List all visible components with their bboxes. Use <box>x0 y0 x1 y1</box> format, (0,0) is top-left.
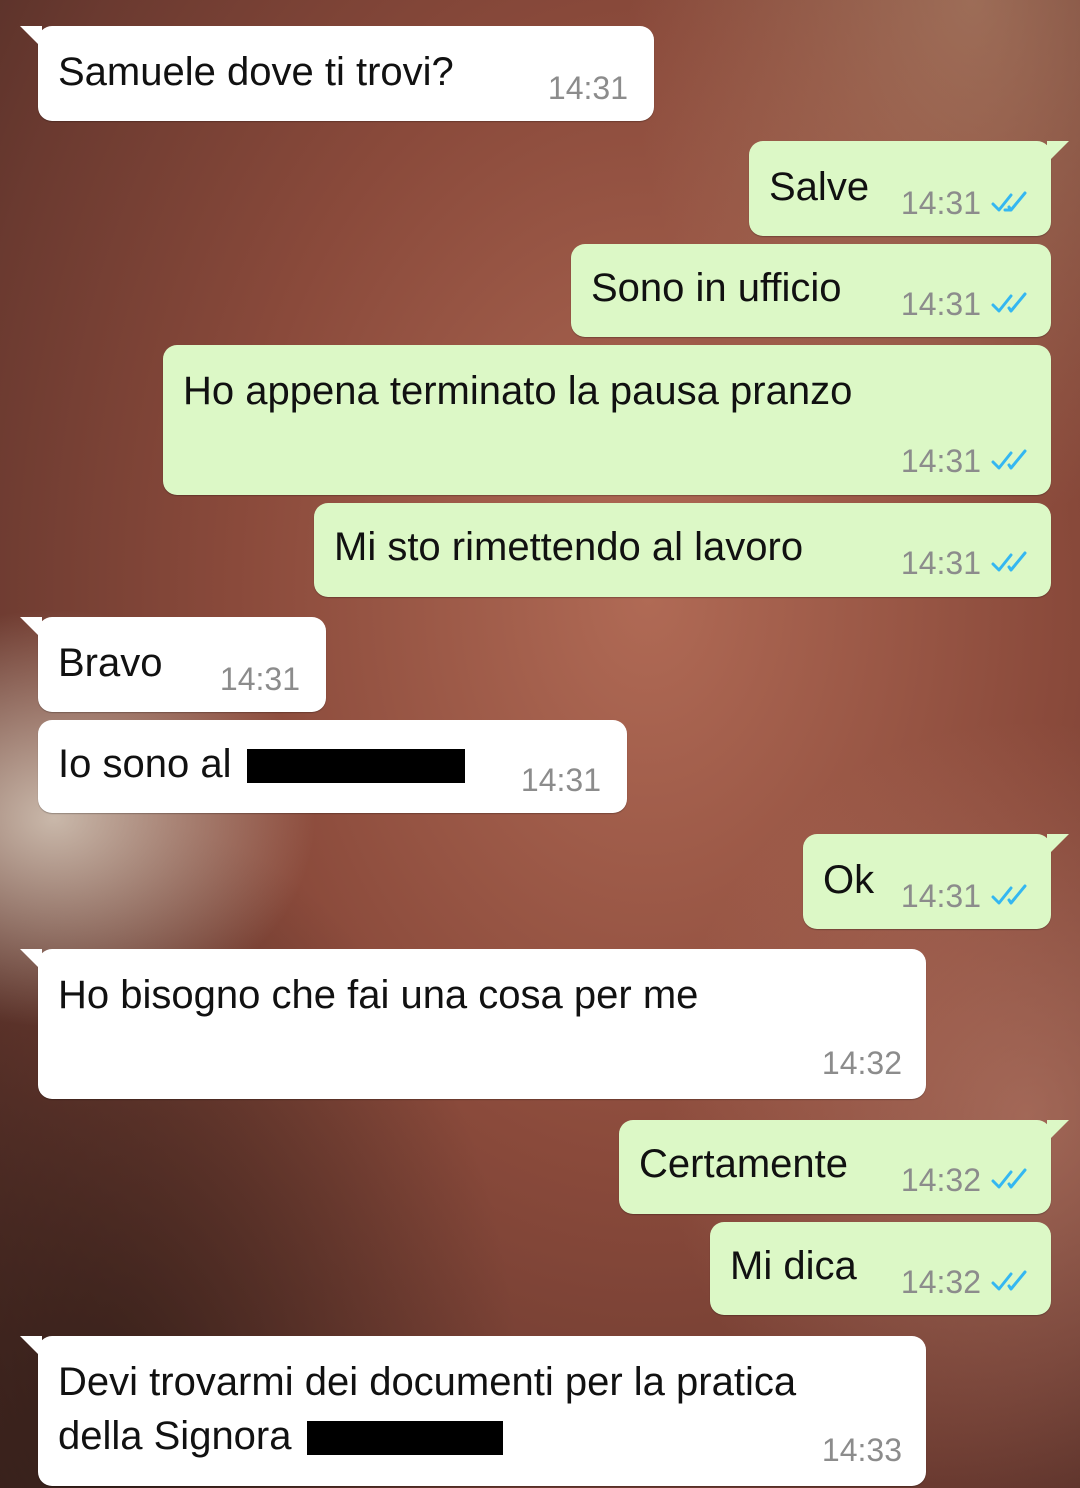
message-text: Mi sto rimettendo al lavoro <box>334 525 804 569</box>
incoming-message[interactable]: Io sono al 14:31 <box>38 720 627 813</box>
read-ticks-icon <box>991 191 1027 212</box>
message-time: 14:31 <box>901 443 1031 479</box>
message-text: Samuele dove ti trovi? <box>58 50 454 94</box>
incoming-message[interactable]: Devi trovarmi dei documenti per la prati… <box>20 1336 926 1486</box>
read-ticks-icon <box>991 551 1027 572</box>
message-time: 14:33 <box>821 1432 902 1468</box>
read-ticks-icon <box>991 449 1027 470</box>
incoming-message[interactable]: Samuele dove ti trovi? 14:31 <box>20 26 654 121</box>
outgoing-message[interactable]: Ho appena terminato la pausa pranzo 14:3… <box>163 345 1051 495</box>
outgoing-message[interactable]: Ok 14:31 <box>803 834 1069 929</box>
message-time: 14:32 <box>901 1264 1031 1300</box>
message-text: Ok <box>823 858 875 902</box>
message-text-line-2: della Signora <box>58 1412 503 1460</box>
message-time: 14:31 <box>547 70 628 106</box>
message-text: Mi dica <box>730 1244 857 1288</box>
message-text: Salve <box>769 165 870 209</box>
message-time: 14:31 <box>901 878 1031 914</box>
outgoing-message[interactable]: Sono in ufficio 14:31 <box>571 244 1051 337</box>
incoming-message[interactable]: Ho bisogno che fai una cosa per me 14:32 <box>20 949 926 1099</box>
redacted-text <box>246 749 465 784</box>
redacted-text <box>306 1421 503 1456</box>
message-text: Bravo <box>58 641 163 685</box>
read-ticks-icon <box>991 292 1027 313</box>
message-time: 14:31 <box>219 661 300 697</box>
message-text: Ho appena terminato la pausa pranzo <box>183 369 853 413</box>
read-ticks-icon <box>991 1168 1027 1189</box>
outgoing-message[interactable]: Salve 14:31 <box>749 141 1069 236</box>
message-time: 14:31 <box>520 762 601 798</box>
message-text: Certamente <box>639 1142 848 1186</box>
message-text-line-1: Devi trovarmi dei documenti per la prati… <box>58 1360 797 1404</box>
message-time: 14:31 <box>901 545 1031 581</box>
message-text: Sono in ufficio <box>591 266 842 310</box>
outgoing-message[interactable]: Mi sto rimettendo al lavoro 14:31 <box>314 503 1051 597</box>
read-ticks-icon <box>991 1270 1027 1291</box>
incoming-message[interactable]: Bravo 14:31 <box>20 617 326 712</box>
message-time: 14:31 <box>901 286 1031 322</box>
outgoing-message[interactable]: Certamente 14:32 <box>619 1120 1069 1214</box>
message-time: 14:31 <box>901 185 1031 221</box>
message-time: 14:32 <box>901 1162 1031 1198</box>
message-text: Io sono al <box>58 740 465 788</box>
message-time: 14:32 <box>821 1045 902 1081</box>
read-ticks-icon <box>991 884 1027 905</box>
message-text: Ho bisogno che fai una cosa per me <box>58 973 699 1017</box>
outgoing-message[interactable]: Mi dica 14:32 <box>710 1222 1051 1315</box>
